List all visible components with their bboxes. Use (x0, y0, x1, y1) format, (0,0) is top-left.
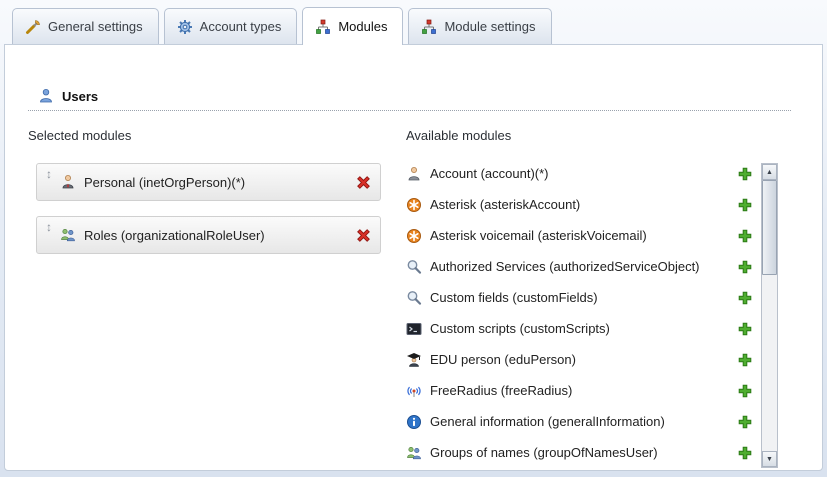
plus-icon (738, 415, 752, 429)
group-icon (406, 445, 422, 461)
add-module-button[interactable] (738, 322, 752, 336)
scroll-down-button[interactable]: ▼ (762, 451, 777, 467)
available-module-row: Account (account)(*) (406, 158, 752, 189)
add-module-button[interactable] (738, 260, 752, 274)
plus-icon (738, 322, 752, 336)
radio-signal-icon (406, 383, 422, 399)
tab-label: Modules (338, 19, 387, 34)
plus-icon (738, 291, 752, 305)
scrollbar-thumb[interactable] (762, 180, 777, 275)
available-module-row: Authorized Services (authorizedServiceOb… (406, 251, 752, 282)
available-module-row: Custom fields (customFields) (406, 282, 752, 313)
available-module-row: Custom scripts (customScripts) (406, 313, 752, 344)
plus-icon (738, 229, 752, 243)
modules-chart-icon (315, 19, 331, 35)
add-module-button[interactable] (738, 415, 752, 429)
drag-handle-icon[interactable]: ↕ (46, 217, 52, 233)
available-modules-heading: Available modules (406, 128, 511, 143)
add-module-button[interactable] (738, 353, 752, 367)
selected-modules-heading: Selected modules (28, 128, 131, 143)
tab-general-settings[interactable]: General settings (12, 8, 159, 44)
module-label: FreeRadius (freeRadius) (430, 383, 730, 398)
module-label: Custom scripts (customScripts) (430, 321, 730, 336)
tab-bar: General settings Account types (12, 8, 552, 45)
plus-icon (738, 353, 752, 367)
selected-module-item[interactable]: ↕ Personal (inetOrgPerson)(*) (36, 163, 381, 201)
module-label: Roles (organizationalRoleUser) (84, 228, 348, 243)
available-module-row: Asterisk (asteriskAccount) (406, 189, 752, 220)
selected-modules-list: ↕ Personal (inetOrgPerson)(*) ↕ Roles (36, 163, 381, 269)
delete-x-icon (356, 228, 371, 243)
account-person-icon (406, 166, 422, 182)
scroll-up-button[interactable]: ▲ (762, 164, 777, 180)
module-label: Authorized Services (authorizedServiceOb… (430, 259, 730, 274)
add-module-button[interactable] (738, 229, 752, 243)
module-label: Custom fields (customFields) (430, 290, 730, 305)
section-divider (28, 110, 791, 111)
module-label: Personal (inetOrgPerson)(*) (84, 175, 348, 190)
gear-icon (177, 19, 193, 35)
tab-modules[interactable]: Modules (302, 7, 403, 45)
add-module-button[interactable] (738, 198, 752, 212)
plus-icon (738, 446, 752, 460)
remove-module-button[interactable] (356, 175, 371, 190)
tab-account-types[interactable]: Account types (164, 8, 298, 44)
plus-icon (738, 260, 752, 274)
section-heading-users: Users (38, 88, 98, 104)
tab-module-settings[interactable]: Module settings (408, 8, 551, 44)
add-module-button[interactable] (738, 384, 752, 398)
delete-x-icon (356, 175, 371, 190)
asterisk-icon (406, 197, 422, 213)
module-label: Account (account)(*) (430, 166, 730, 181)
magnifier-icon (406, 290, 422, 306)
tab-label: Module settings (444, 19, 535, 34)
tab-label: General settings (48, 19, 143, 34)
user-icon (38, 88, 54, 104)
info-icon (406, 414, 422, 430)
lam-configuration-page: General settings Account types (0, 0, 827, 477)
drag-handle-icon[interactable]: ↕ (46, 164, 52, 180)
plus-icon (738, 198, 752, 212)
available-module-row: Asterisk voicemail (asteriskVoicemail) (406, 220, 752, 251)
available-modules-list: Account (account)(*) Asterisk (asteriskA… (406, 158, 752, 468)
module-settings-chart-icon (421, 19, 437, 35)
remove-module-button[interactable] (356, 228, 371, 243)
plus-icon (738, 167, 752, 181)
roles-group-icon (60, 227, 76, 243)
magnifier-icon (406, 259, 422, 275)
personal-icon (60, 174, 76, 190)
tools-icon (25, 19, 41, 35)
add-module-button[interactable] (738, 446, 752, 460)
selected-module-item[interactable]: ↕ Roles (organizationalRoleUser) (36, 216, 381, 254)
tab-label: Account types (200, 19, 282, 34)
available-module-row: EDU person (eduPerson) (406, 344, 752, 375)
add-module-button[interactable] (738, 291, 752, 305)
module-label: Asterisk voicemail (asteriskVoicemail) (430, 228, 730, 243)
terminal-icon (406, 321, 422, 337)
module-label: Asterisk (asteriskAccount) (430, 197, 730, 212)
module-label: General information (generalInformation) (430, 414, 730, 429)
module-label: EDU person (eduPerson) (430, 352, 730, 367)
available-module-row: FreeRadius (freeRadius) (406, 375, 752, 406)
available-module-row: General information (generalInformation) (406, 406, 752, 437)
available-modules-scrollbar: ▲ ▼ (761, 163, 778, 468)
available-module-row: Groups of names (groupOfNamesUser) (406, 437, 752, 468)
section-title: Users (62, 89, 98, 104)
asterisk-icon (406, 228, 422, 244)
plus-icon (738, 384, 752, 398)
add-module-button[interactable] (738, 167, 752, 181)
scrollbar-track[interactable] (762, 180, 777, 451)
module-label: Groups of names (groupOfNamesUser) (430, 445, 730, 460)
graduate-icon (406, 352, 422, 368)
